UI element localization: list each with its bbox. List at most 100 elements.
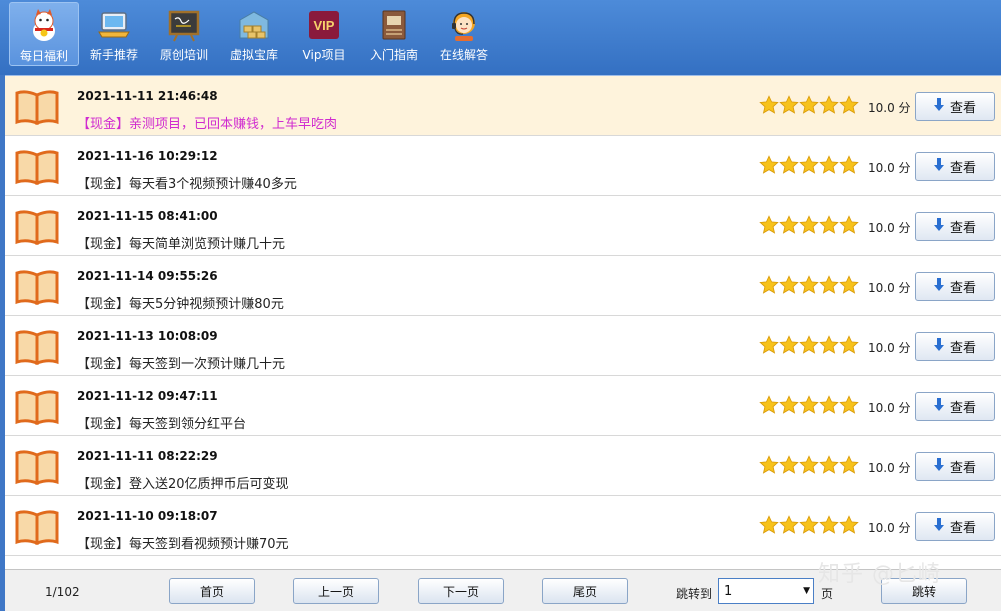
row-title[interactable]: 【现金】每天签到一次预计赚几十元	[77, 353, 285, 372]
list-row: 2021-11-11 08:22:29 【现金】登入送20亿质押币后可变现 10…	[5, 436, 1001, 496]
row-date: 2021-11-13 10:08:09	[77, 329, 218, 343]
list-row: 2021-11-16 10:29:12 【现金】每天看3个视频预计赚40多元 1…	[5, 136, 1001, 196]
download-arrow-icon	[933, 98, 944, 115]
star-icon	[779, 395, 799, 415]
view-button[interactable]: 查看	[915, 332, 995, 361]
row-title[interactable]: 【现金】每天签到看视频预计赚70元	[77, 533, 289, 552]
view-button[interactable]: 查看	[915, 212, 995, 241]
list-row: 2021-11-12 09:47:11 【现金】每天签到领分红平台 10.0 分…	[5, 376, 1001, 436]
star-icon	[839, 455, 859, 475]
first-page-button[interactable]: 首页	[169, 578, 255, 604]
star-icon	[819, 275, 839, 295]
row-date: 2021-11-11 08:22:29	[77, 449, 218, 463]
star-icon	[839, 95, 859, 115]
star-icon	[819, 335, 839, 355]
row-score: 10.0 分	[868, 521, 911, 535]
view-button-label: 查看	[949, 161, 976, 176]
row-title[interactable]: 【现金】每天简单浏览预计赚几十元	[77, 233, 285, 252]
row-date: 2021-11-16 10:29:12	[77, 149, 218, 163]
nav-item-beginner-recommend[interactable]: 新手推荐	[79, 2, 149, 66]
download-arrow-icon	[933, 158, 944, 175]
rating-stars	[759, 215, 859, 235]
nav-label: 每日福利	[19, 49, 68, 63]
open-book-icon	[14, 209, 60, 246]
download-arrow-icon	[933, 278, 944, 295]
star-icon	[819, 215, 839, 235]
page-select[interactable]: 1 ▼	[718, 578, 814, 604]
rating-stars	[759, 275, 859, 295]
guide-book-icon	[377, 8, 411, 42]
article-list: 2021-11-11 21:46:48 【现金】亲测项目，已回本赚钱，上车早吃肉…	[5, 75, 1001, 569]
row-title[interactable]: 【现金】每天看3个视频预计赚40多元	[77, 173, 297, 192]
star-icon	[799, 455, 819, 475]
star-icon	[779, 155, 799, 175]
open-book-icon	[14, 389, 60, 426]
nav-label: 入门指南	[369, 48, 418, 62]
nav-item-getting-started[interactable]: 入门指南	[359, 2, 429, 66]
star-icon	[839, 515, 859, 535]
row-title[interactable]: 【现金】亲测项目，已回本赚钱，上车早吃肉	[77, 113, 337, 132]
star-icon	[759, 155, 779, 175]
view-button[interactable]: 查看	[915, 452, 995, 481]
list-row: 2021-11-13 10:08:09 【现金】每天签到一次预计赚几十元 10.…	[5, 316, 1001, 376]
next-page-button[interactable]: 下一页	[418, 578, 504, 604]
star-icon	[839, 335, 859, 355]
prev-page-button[interactable]: 上一页	[293, 578, 379, 604]
nav-item-online-answers[interactable]: 在线解答	[429, 2, 499, 66]
list-row: 2021-11-14 09:55:26 【现金】每天5分钟视频预计赚80元 10…	[5, 256, 1001, 316]
nav-item-original-training[interactable]: 原创培训	[149, 2, 219, 66]
view-button[interactable]: 查看	[915, 92, 995, 121]
nav-label: 虚拟宝库	[229, 48, 278, 62]
view-button[interactable]: 查看	[915, 392, 995, 421]
open-book-icon	[14, 449, 60, 486]
view-button[interactable]: 查看	[915, 152, 995, 181]
list-row: 2021-11-11 21:46:48 【现金】亲测项目，已回本赚钱，上车早吃肉…	[5, 76, 1001, 136]
row-title[interactable]: 【现金】每天签到领分红平台	[77, 413, 246, 432]
row-title[interactable]: 【现金】每天5分钟视频预计赚80元	[77, 293, 284, 312]
star-icon	[759, 335, 779, 355]
star-icon	[799, 275, 819, 295]
row-title[interactable]: 【现金】登入送20亿质押币后可变现	[77, 473, 289, 492]
row-date: 2021-11-11 21:46:48	[77, 89, 218, 103]
star-icon	[779, 335, 799, 355]
view-button-label: 查看	[949, 461, 976, 476]
star-icon	[819, 455, 839, 475]
last-page-button[interactable]: 尾页	[542, 578, 628, 604]
nav-label: Vip项目	[302, 48, 346, 62]
nav-item-daily-welfare[interactable]: 每日福利	[9, 2, 79, 66]
vip-icon-text: VIP	[314, 18, 335, 33]
star-icon	[779, 455, 799, 475]
star-icon	[799, 395, 819, 415]
page-indicator: 1/102	[45, 585, 80, 599]
row-date: 2021-11-10 09:18:07	[77, 509, 218, 523]
jump-to-label: 跳转到	[676, 587, 713, 601]
star-icon	[819, 395, 839, 415]
open-book-icon	[14, 509, 60, 546]
list-row: 2021-11-15 08:41:00 【现金】每天简单浏览预计赚几十元 10.…	[5, 196, 1001, 256]
view-button-label: 查看	[949, 401, 976, 416]
open-book-icon	[14, 89, 60, 126]
view-button-label: 查看	[949, 281, 976, 296]
view-button-label: 查看	[949, 521, 976, 536]
star-icon	[819, 515, 839, 535]
open-book-icon	[14, 149, 60, 186]
warehouse-icon	[237, 8, 271, 42]
support-agent-icon	[447, 8, 481, 42]
row-date: 2021-11-14 09:55:26	[77, 269, 218, 283]
star-icon	[779, 95, 799, 115]
star-icon	[779, 275, 799, 295]
star-icon	[799, 215, 819, 235]
rating-stars	[759, 95, 859, 115]
view-button-label: 查看	[949, 341, 976, 356]
row-score: 10.0 分	[868, 341, 911, 355]
row-score: 10.0 分	[868, 401, 911, 415]
nav-item-virtual-treasury[interactable]: 虚拟宝库	[219, 2, 289, 66]
view-button[interactable]: 查看	[915, 272, 995, 301]
view-button[interactable]: 查看	[915, 512, 995, 541]
star-icon	[839, 275, 859, 295]
view-button-label: 查看	[949, 221, 976, 236]
nav-item-vip-project[interactable]: VIP Vip项目	[289, 2, 359, 66]
star-icon	[779, 215, 799, 235]
rating-stars	[759, 155, 859, 175]
star-icon	[839, 155, 859, 175]
